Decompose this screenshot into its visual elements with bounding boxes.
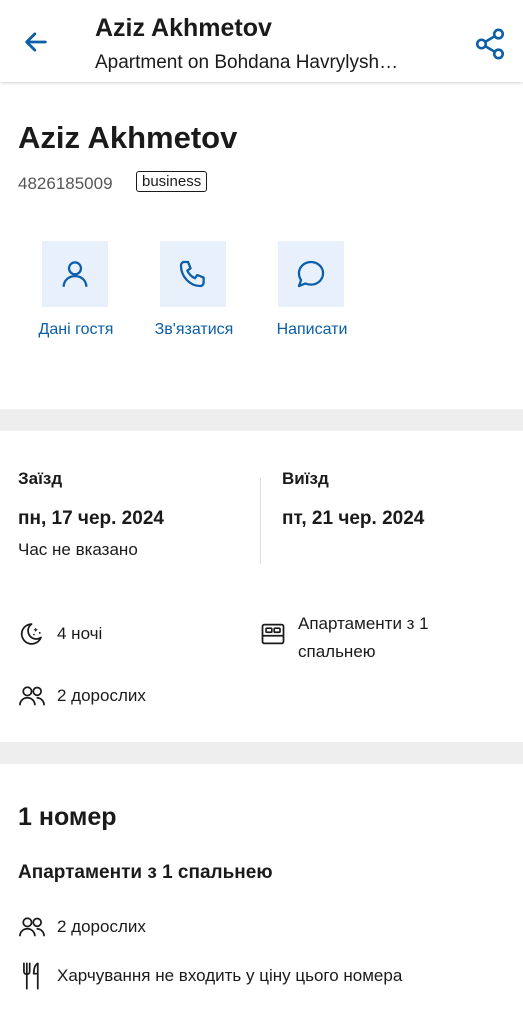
contact-label[interactable]: Зв'язатися bbox=[146, 321, 242, 339]
app-bar: Aziz Akhmetov Apartment on Bohdana Havry… bbox=[0, 0, 523, 82]
people-icon bbox=[19, 686, 45, 706]
room-type: Апартаменти з 1 спальнею bbox=[298, 614, 429, 661]
message-label[interactable]: Написати bbox=[266, 321, 358, 339]
guests-count: 2 дорослих bbox=[57, 686, 146, 705]
share-button[interactable] bbox=[470, 24, 510, 64]
rooms-title: 1 номер bbox=[18, 803, 117, 831]
guest-phone: 4826185009 bbox=[18, 174, 113, 193]
checkin-date: пн, 17 чер. 2024 bbox=[18, 508, 164, 529]
checkin-label: Заїзд bbox=[18, 469, 63, 488]
arrow-left-icon bbox=[25, 32, 47, 52]
vertical-divider bbox=[260, 478, 261, 564]
section-divider bbox=[0, 742, 523, 764]
status-badge: business bbox=[136, 171, 208, 192]
chat-icon bbox=[297, 260, 325, 288]
share-icon bbox=[475, 28, 505, 60]
people-icon bbox=[19, 917, 45, 937]
guest-name: Aziz Akhmetov bbox=[18, 120, 238, 155]
room-name: Апартаменти з 1 спальнею bbox=[18, 862, 273, 883]
moon-stars-icon bbox=[20, 623, 42, 645]
guest-details-button[interactable] bbox=[42, 241, 108, 307]
back-button[interactable] bbox=[18, 24, 54, 60]
checkout-date: пт, 21 чер. 2024 bbox=[282, 508, 425, 529]
guest-details-label[interactable]: Дані гостя bbox=[30, 321, 122, 339]
checkin-time: Час не вказано bbox=[18, 540, 138, 559]
fork-knife-icon bbox=[23, 962, 39, 990]
header-title: Aziz Akhmetov bbox=[95, 14, 272, 42]
checkout-label: Виїзд bbox=[282, 469, 329, 488]
section-divider bbox=[0, 409, 523, 431]
phone-icon bbox=[179, 260, 205, 288]
nights-count: 4 ночі bbox=[57, 624, 103, 643]
meals-info: Харчування не входить у ціну цього номер… bbox=[57, 966, 403, 985]
person-icon bbox=[62, 261, 88, 287]
message-button[interactable] bbox=[278, 241, 344, 307]
room-guests: 2 дорослих bbox=[57, 917, 146, 936]
bed-icon bbox=[261, 623, 285, 645]
contact-button[interactable] bbox=[160, 241, 226, 307]
header-subtitle: Apartment on Bohdana Havrylysh… bbox=[95, 52, 399, 73]
